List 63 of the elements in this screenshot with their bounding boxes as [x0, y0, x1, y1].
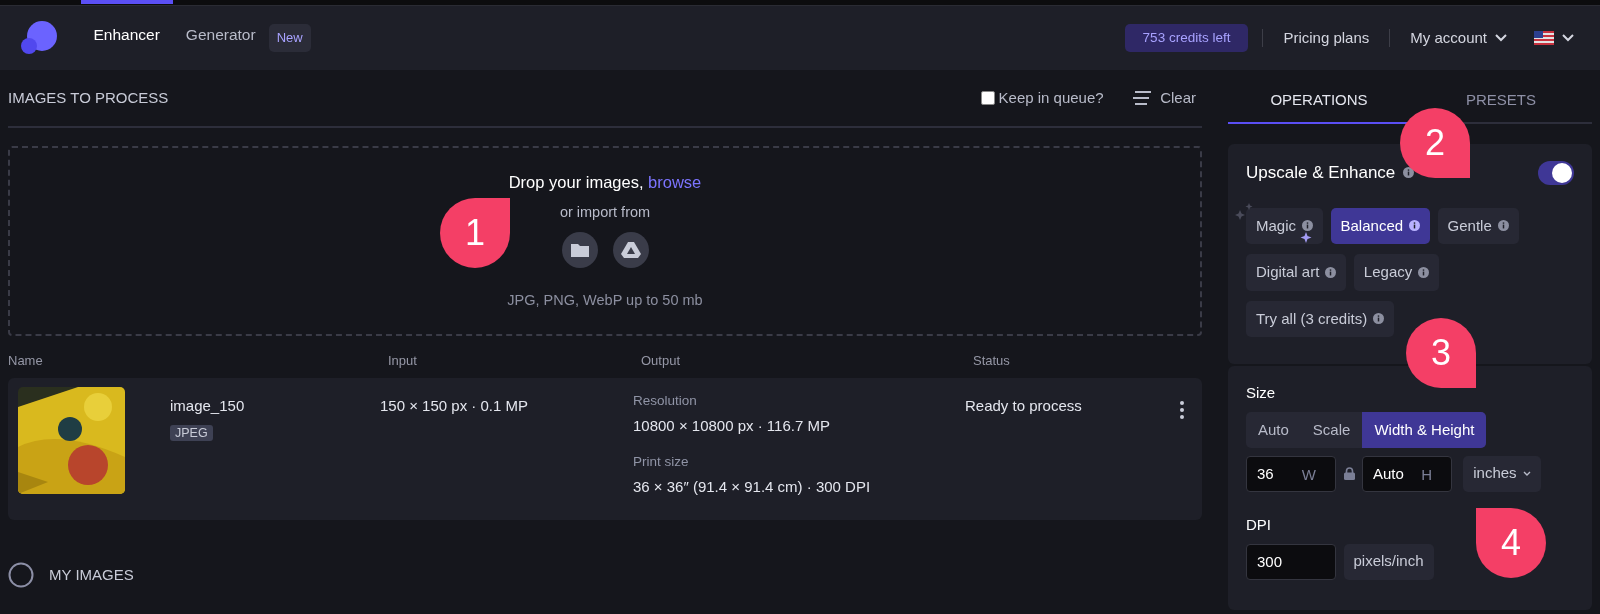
section-title: IMAGES TO PROCESS	[8, 87, 169, 108]
keep-in-queue-checkbox[interactable]: Keep in queue?	[980, 86, 1104, 110]
info-icon[interactable]	[1302, 220, 1313, 232]
drop-instructions: Drop your images, browse	[508, 172, 702, 194]
unit-label: pixels/inch	[1343, 543, 1434, 580]
clear-button[interactable]: Clear	[1126, 86, 1202, 110]
folder-button[interactable]	[561, 231, 598, 268]
mode-option[interactable]: Digital art	[1246, 254, 1347, 291]
nav-link[interactable]: My account	[1404, 26, 1513, 50]
option-title: Upscale & Enhance	[1246, 162, 1396, 184]
section-title: MY IMAGES	[49, 564, 134, 585]
formats-note: JPG, PNG, WebP up to 50 mb	[507, 291, 703, 311]
logo-icon[interactable]	[20, 20, 58, 56]
field-suffix: H	[1421, 464, 1432, 485]
panel-tab[interactable]: OPERATIONS	[1228, 78, 1410, 124]
info-icon[interactable]	[1325, 266, 1337, 278]
status-text: Ready to process	[965, 395, 1083, 416]
size-mode-option[interactable]: Width & Height	[1362, 411, 1487, 448]
credits-badge: 753 credits left	[1124, 23, 1249, 53]
nav-tab[interactable]: Generator	[172, 0, 269, 70]
format-tag: JPEG	[170, 424, 213, 441]
expand-toggle-icon[interactable]	[8, 562, 34, 588]
column-header: Status	[973, 352, 1011, 370]
input-size: 150 × 150 px · 0.1 MP	[380, 395, 529, 416]
column-header: Name	[8, 352, 44, 370]
mode-option[interactable]: Legacy	[1353, 254, 1440, 291]
folder-icon	[569, 241, 590, 258]
mode-option[interactable]: Balanced	[1330, 207, 1431, 244]
info-icon[interactable]	[1402, 167, 1414, 179]
toggle-switch[interactable]	[1538, 160, 1574, 185]
file-name: image_150	[170, 395, 245, 416]
info-icon[interactable]	[1409, 220, 1421, 232]
import-label: or import from	[559, 203, 651, 223]
dpi-field[interactable]: 300	[1246, 543, 1336, 580]
output-resolution: 10800 × 10800 px · 116.7 MP	[633, 415, 831, 436]
mode-option[interactable]: Try all (3 credits)	[1246, 300, 1395, 337]
drive-button[interactable]	[612, 231, 649, 268]
info-icon[interactable]	[1497, 220, 1509, 232]
nav-link[interactable]: Pricing plans	[1277, 26, 1376, 50]
column-header: Input	[388, 352, 418, 370]
field-label: Resolution	[633, 391, 698, 410]
field-label: Size	[1246, 382, 1277, 403]
size-mode-option[interactable]: Auto	[1246, 411, 1301, 448]
browse-link[interactable]: browse	[648, 173, 702, 192]
field-label: Print size	[633, 453, 690, 472]
size-mode-option[interactable]: Scale	[1300, 411, 1363, 448]
column-header: Output	[641, 352, 682, 370]
field-label: DPI	[1246, 515, 1271, 533]
flag-icon	[1534, 31, 1554, 45]
unit-dropdown[interactable]: inches	[1463, 455, 1541, 492]
nav-tab[interactable]: Enhancer	[80, 0, 173, 70]
print-size: 36 × 36″ (91.4 × 91.4 cm) · 300 DPI	[633, 477, 872, 498]
info-icon[interactable]	[1373, 313, 1385, 325]
lock-icon[interactable]	[1343, 467, 1355, 480]
mode-option[interactable]: Magic	[1246, 207, 1323, 244]
callout-marker: 1	[440, 198, 510, 268]
lines-icon	[1132, 91, 1153, 105]
triangle-icon	[620, 240, 641, 259]
chevron-down-icon	[1522, 471, 1531, 476]
new-badge: New	[268, 24, 311, 52]
info-icon[interactable]	[1418, 266, 1430, 278]
mode-option[interactable]: Gentle	[1437, 207, 1519, 244]
field-suffix: W	[1301, 464, 1316, 485]
